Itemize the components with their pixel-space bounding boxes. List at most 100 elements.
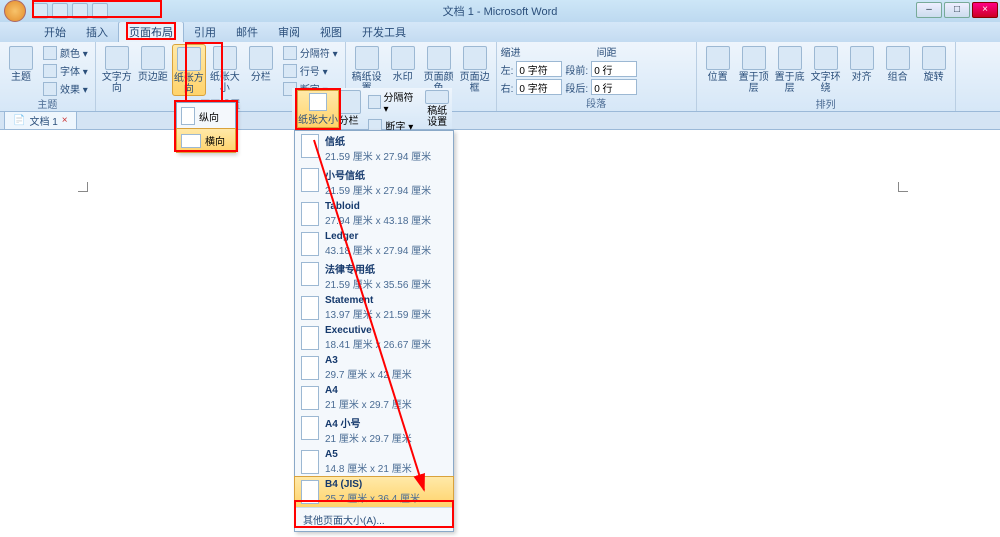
palette-icon	[43, 46, 57, 60]
columns-button[interactable]: 分栏	[244, 44, 278, 96]
paper-size-option[interactable]: Statement13.97 厘米 x 21.59 厘米	[295, 293, 453, 323]
paper-size-button[interactable]: 纸张大小	[208, 44, 242, 96]
page-icon	[301, 416, 319, 440]
label: 行号 ▾	[300, 63, 328, 78]
spacing-after-input[interactable]	[591, 79, 637, 95]
align-icon	[850, 46, 874, 70]
theme-colors-button[interactable]: 颜色 ▾	[40, 44, 91, 61]
position-icon	[706, 46, 730, 70]
office-button[interactable]	[4, 0, 26, 22]
close-button[interactable]: ×	[972, 2, 998, 18]
group-arrange: 位置 置于顶层 置于底层 文字环绕 对齐 组合 旋转 排列	[697, 42, 956, 111]
label: 页边距	[138, 72, 168, 83]
label: 水印	[393, 72, 413, 83]
doc-tab-close[interactable]: ×	[62, 115, 68, 126]
paper-size-option[interactable]: Ledger43.18 厘米 x 27.94 厘米	[295, 229, 453, 259]
qat-print-icon[interactable]	[92, 3, 108, 19]
group-button[interactable]: 组合	[881, 44, 915, 96]
spacing-before-input[interactable]	[591, 61, 637, 77]
quick-access-toolbar	[32, 3, 108, 19]
label: 文字环绕	[809, 72, 843, 94]
more-paper-sizes[interactable]: 其他页面大小(A)...	[295, 507, 453, 531]
themes-button[interactable]: 主题	[4, 44, 38, 96]
page-border-button[interactable]: 页面边框	[458, 44, 492, 96]
qat-redo-icon[interactable]	[72, 3, 88, 19]
orientation-button[interactable]: 纸张方向	[172, 44, 206, 96]
text-direction-button[interactable]: 文字方向	[100, 44, 134, 96]
effects-icon	[43, 82, 57, 96]
bring-front-button[interactable]: 置于顶层	[737, 44, 771, 96]
breaks-button[interactable]: 分隔符 ▾	[280, 44, 341, 61]
tab-邮件[interactable]: 邮件	[226, 22, 268, 42]
size-name: A4	[325, 385, 412, 396]
label: 位置	[708, 72, 728, 83]
page-icon	[301, 168, 319, 192]
paper-size-option[interactable]: 小号信纸21.59 厘米 x 27.94 厘米	[295, 165, 453, 199]
paper-size-option[interactable]: A421 厘米 x 29.7 厘米	[295, 383, 453, 413]
size-dim: 21.59 厘米 x 27.94 厘米	[325, 148, 431, 163]
paper-size-gallery-button[interactable]: 纸张大小	[297, 90, 339, 128]
label: 纸张大小	[298, 111, 338, 126]
label: 字体 ▾	[60, 63, 88, 78]
size-name: A3	[325, 355, 412, 366]
paper-size-option[interactable]: Executive18.41 厘米 x 26.67 厘米	[295, 323, 453, 353]
size-name: 法律专用纸	[325, 261, 431, 276]
tab-插入[interactable]: 插入	[76, 22, 118, 42]
landscape-icon	[181, 134, 201, 148]
send-back-button[interactable]: 置于底层	[773, 44, 807, 96]
size-name: A5	[325, 449, 412, 460]
document-tab[interactable]: 📄 文档 1 ×	[4, 111, 77, 130]
qat-save-icon[interactable]	[32, 3, 48, 19]
watermark-icon	[391, 46, 415, 70]
position-button[interactable]: 位置	[701, 44, 735, 96]
tab-开发工具[interactable]: 开发工具	[352, 22, 416, 42]
right-label: 右:	[501, 80, 514, 95]
page-icon	[301, 480, 319, 504]
label: 文字方向	[100, 72, 134, 94]
paper-size-option[interactable]: 信纸21.59 厘米 x 27.94 厘米	[295, 131, 453, 165]
manuscript-button-2[interactable]: 稿纸设置	[422, 88, 452, 128]
paper-size-option[interactable]: A4 小号21 厘米 x 29.7 厘米	[295, 413, 453, 447]
minimize-button[interactable]: –	[916, 2, 942, 18]
title-bar: 文档 1 - Microsoft Word – □ ×	[0, 0, 1000, 22]
border-icon	[463, 46, 487, 70]
breaks-button-2[interactable]: 分隔符 ▾	[365, 88, 418, 116]
tab-审阅[interactable]: 审阅	[268, 22, 310, 42]
size-dim: 13.97 厘米 x 21.59 厘米	[325, 306, 431, 321]
orientation-portrait[interactable]: 纵向	[177, 103, 235, 129]
size-dim: 27.94 厘米 x 43.18 厘米	[325, 212, 431, 227]
group-label: 主题	[4, 96, 91, 111]
align-button[interactable]: 对齐	[845, 44, 879, 96]
text-wrap-button[interactable]: 文字环绕	[809, 44, 843, 96]
tab-视图[interactable]: 视图	[310, 22, 352, 42]
label: 对齐	[852, 72, 872, 83]
maximize-button[interactable]: □	[944, 2, 970, 18]
theme-fonts-button[interactable]: 字体 ▾	[40, 62, 91, 79]
tab-开始[interactable]: 开始	[34, 22, 76, 42]
orientation-landscape[interactable]: 横向	[176, 128, 236, 153]
margins-button[interactable]: 页边距	[136, 44, 170, 96]
back-icon	[778, 46, 802, 70]
paper-size-option[interactable]: B4 (JIS)25.7 厘米 x 36.4 厘米	[294, 476, 454, 508]
tab-页面布局[interactable]: 页面布局	[118, 21, 184, 42]
size-name: Tabloid	[325, 201, 431, 212]
window-title: 文档 1 - Microsoft Word	[443, 3, 558, 19]
page-icon	[301, 326, 319, 350]
indent-left-input[interactable]	[516, 61, 562, 77]
qat-undo-icon[interactable]	[52, 3, 68, 19]
tab-引用[interactable]: 引用	[184, 22, 226, 42]
rotate-button[interactable]: 旋转	[917, 44, 951, 96]
paper-size-option[interactable]: 法律专用纸21.59 厘米 x 35.56 厘米	[295, 259, 453, 293]
wrap-icon	[814, 46, 838, 70]
size-name: Statement	[325, 295, 431, 306]
label: 分隔符 ▾	[384, 89, 416, 115]
paper-size-option[interactable]: Tabloid27.94 厘米 x 43.18 厘米	[295, 199, 453, 229]
line-numbers-button[interactable]: 行号 ▾	[280, 62, 341, 79]
paper-size-option[interactable]: A514.8 厘米 x 21 厘米	[295, 447, 453, 477]
label: 横向	[205, 133, 225, 148]
page-icon	[301, 232, 319, 256]
spacing-title: 间距	[597, 44, 617, 59]
theme-effects-button[interactable]: 效果 ▾	[40, 80, 91, 97]
indent-right-input[interactable]	[516, 79, 562, 95]
paper-size-option[interactable]: A329.7 厘米 x 42 厘米	[295, 353, 453, 383]
